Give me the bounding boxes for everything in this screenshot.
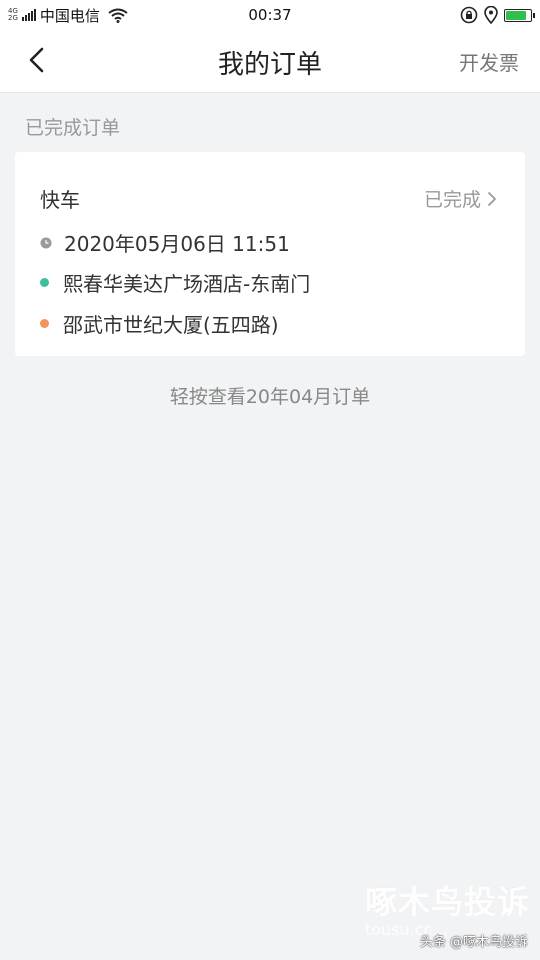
clock-icon (40, 237, 52, 248)
signal-icon (21, 9, 36, 21)
section-title: 已完成订单 (25, 117, 121, 139)
destination-dot-icon (40, 319, 49, 328)
rotation-lock-icon (460, 6, 478, 24)
status-bar-left: 4G 2G 中国电信 (8, 5, 188, 26)
order-status-label: 已完成 (423, 189, 481, 211)
network-type-bottom: 2G (8, 14, 18, 22)
status-bar: 4G 2G 中国电信 00:37 (0, 0, 540, 30)
battery-fill (506, 10, 527, 20)
status-bar-right (460, 6, 535, 24)
battery-icon (504, 8, 535, 22)
previous-month-link[interactable]: 轻按查看20年04月订单 (0, 382, 540, 409)
pickup-dot-icon (40, 278, 49, 287)
network-type: 4G 2G (8, 8, 18, 22)
destination-address: 邵武市世纪大厦(五四路) (63, 313, 279, 337)
chevron-right-icon (488, 191, 496, 206)
order-type: 快车 (40, 188, 80, 212)
order-datetime: 2020年05月06日 11:51 (64, 232, 290, 256)
pickup-address: 熙春华美达广场酒店-东南门 (63, 272, 311, 296)
watermark-logo: 啄木鸟投诉 (364, 883, 530, 921)
carrier-name: 中国电信 (39, 6, 100, 25)
order-card[interactable]: 快车 已完成 2020年05月06日 11:51 熙春华美达广场酒店-东南门 邵… (15, 152, 525, 356)
pickup-row: 熙春华美达广场酒店-东南门 (40, 268, 310, 297)
invoice-button[interactable]: 开发票 (459, 47, 519, 76)
location-icon (484, 6, 498, 24)
watermark-credit: 头条 @啄木鸟投诉 (419, 935, 528, 950)
nav-bar: 我的订单 开发票 (0, 30, 540, 93)
order-time-row: 2020年05月06日 11:51 (40, 228, 290, 257)
destination-row: 邵武市世纪大厦(五四路) (40, 309, 279, 338)
wifi-icon (108, 8, 128, 23)
order-status[interactable]: 已完成 (424, 185, 497, 212)
